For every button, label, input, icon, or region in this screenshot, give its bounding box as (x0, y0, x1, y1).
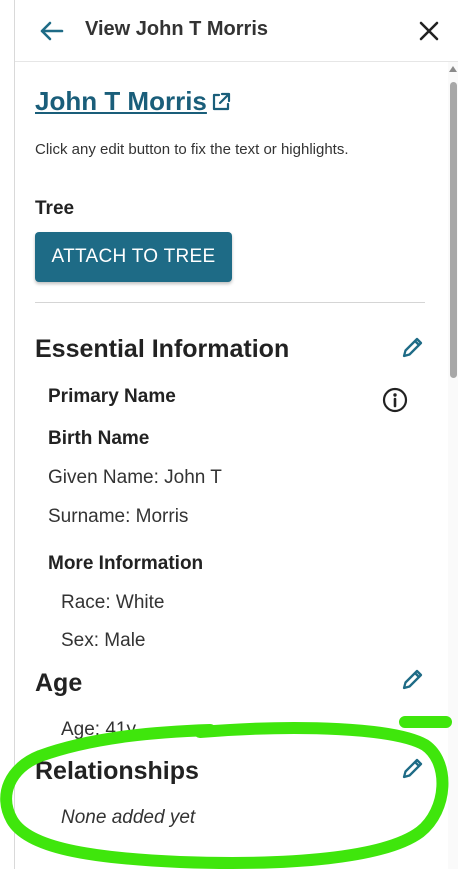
external-link-icon (210, 91, 232, 113)
race-field: Race: White (61, 592, 165, 613)
panel-header: View John T Morris (15, 0, 458, 62)
back-button[interactable] (37, 17, 65, 45)
close-icon (419, 21, 439, 41)
close-button[interactable] (415, 17, 443, 45)
pencil-icon (402, 337, 423, 358)
given-name-field: Given Name: John T (48, 467, 222, 488)
scroll-up-arrow[interactable] (449, 66, 457, 72)
primary-name-label: Primary Name (48, 386, 176, 407)
relationships-title: Relationships (35, 757, 199, 785)
age-field: Age: 41y (61, 719, 136, 740)
pencil-icon (402, 669, 423, 690)
more-information-label: More Information (48, 553, 204, 574)
record-name-link[interactable]: John T Morris (35, 86, 232, 117)
edit-hint-text: Click any edit button to fix the text or… (35, 141, 349, 158)
panel-left-border (14, 0, 15, 869)
edit-age-button[interactable] (398, 664, 428, 694)
scrollbar-thumb[interactable] (450, 82, 457, 378)
record-name: John T Morris (35, 86, 207, 116)
edit-relationships-button[interactable] (398, 753, 428, 783)
age-title: Age (35, 669, 83, 697)
birth-name-label: Birth Name (48, 428, 150, 449)
tree-label: Tree (35, 198, 75, 219)
info-circle-icon (382, 387, 408, 413)
pencil-icon (402, 758, 423, 779)
edit-essential-information-button[interactable] (398, 332, 428, 362)
panel-title: View John T Morris (85, 18, 268, 40)
essential-information-title: Essential Information (35, 335, 290, 363)
surname-field: Surname: Morris (48, 506, 189, 527)
relationships-empty-text: None added yet (61, 807, 196, 828)
sex-field: Sex: Male (61, 630, 146, 651)
info-button[interactable] (382, 387, 408, 413)
arrow-left-icon (40, 21, 64, 41)
attach-to-tree-button[interactable]: ATTACH TO TREE (35, 232, 232, 282)
section-divider (35, 302, 425, 303)
